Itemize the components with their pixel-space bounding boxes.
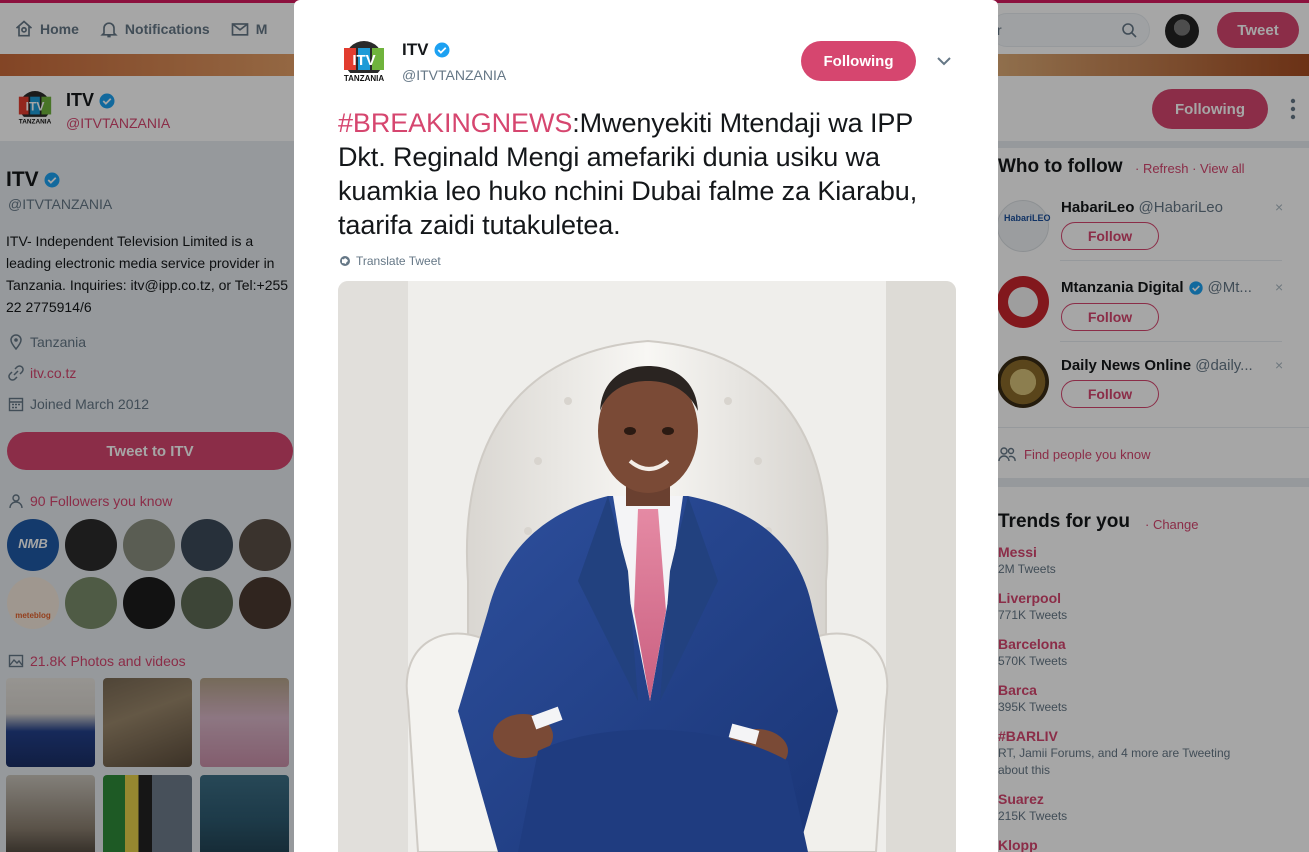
tweet-author-handle[interactable]: @ITVTANZANIA	[402, 67, 506, 83]
verified-icon	[434, 42, 450, 58]
translate-tweet-link[interactable]: Translate Tweet	[339, 254, 441, 268]
following-button[interactable]: Following	[801, 41, 916, 81]
tweet-photo[interactable]	[338, 281, 956, 852]
tweet-text: #BREAKINGNEWS:Mwenyekiti Mtendaji wa IPP…	[338, 106, 958, 242]
tweet-author-name[interactable]: ITV	[402, 40, 451, 60]
tweet-author-name-text: ITV	[402, 40, 429, 59]
svg-text:TANZANIA: TANZANIA	[344, 74, 385, 83]
chevron-down-icon[interactable]	[936, 55, 952, 67]
itv-logo[interactable]: ITV TANZANIA	[338, 40, 390, 84]
hashtag-link[interactable]: #BREAKINGNEWS	[338, 108, 572, 138]
tweet-photo-illustration	[338, 281, 956, 852]
svg-text:ITV: ITV	[352, 52, 375, 69]
globe-icon	[340, 256, 350, 266]
translate-tweet-text: Translate Tweet	[356, 254, 441, 268]
